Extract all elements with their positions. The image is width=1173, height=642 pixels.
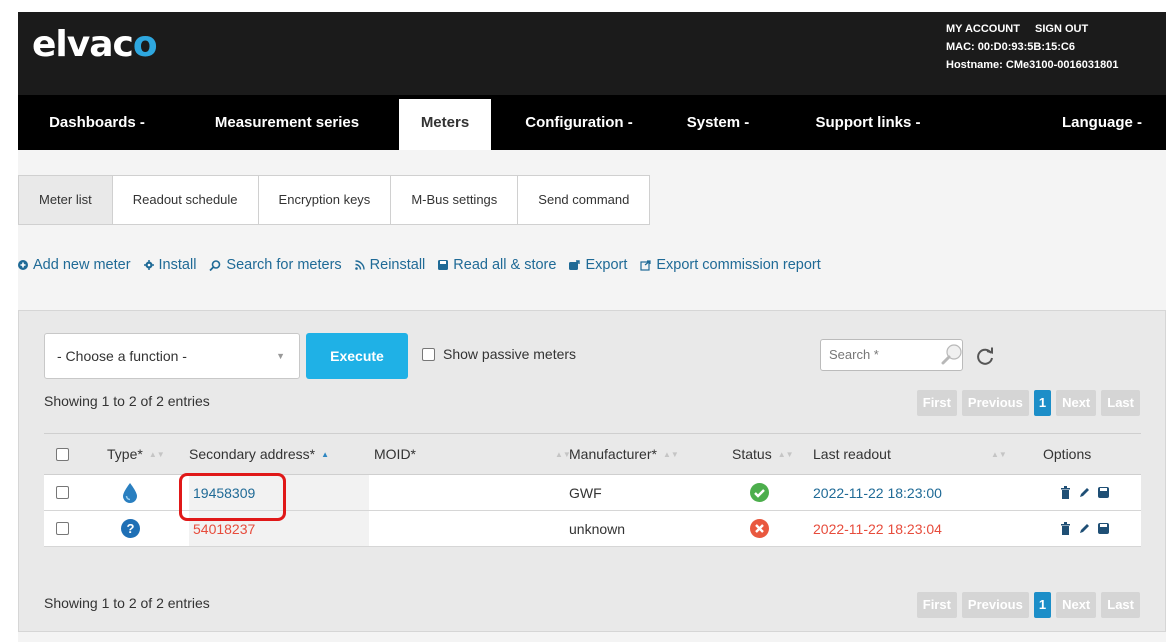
manufacturer-cell: unknown xyxy=(569,520,626,537)
show-passive-meters-toggle[interactable]: Show passive meters xyxy=(422,346,576,362)
nav-configuration[interactable]: Configuration - xyxy=(498,95,660,150)
pager-next-button[interactable]: Next xyxy=(1056,390,1097,416)
edit-icon[interactable] xyxy=(1078,486,1091,499)
header-status[interactable]: Status ▲▼ xyxy=(732,434,794,474)
main-nav: Dashboards - Measurement series Meters C… xyxy=(18,95,1166,150)
pager-first-button[interactable]: First xyxy=(916,592,957,618)
chevron-down-icon: ▼ xyxy=(276,351,285,361)
row-checkbox[interactable] xyxy=(56,475,69,510)
search-icon[interactable] xyxy=(941,343,963,365)
gear-icon xyxy=(143,260,154,270)
execute-button[interactable]: Execute xyxy=(306,333,408,379)
row-checkbox[interactable] xyxy=(56,511,69,546)
pager-last-button[interactable]: Last xyxy=(1101,592,1140,618)
pager-previous-button[interactable]: Previous xyxy=(961,390,1029,416)
pager-previous-button[interactable]: Previous xyxy=(961,592,1029,618)
elvaco-logo: elvaco xyxy=(32,24,158,65)
app-header: elvaco MY ACCOUNT SIGN OUT MAC: 00:D0:93… xyxy=(18,12,1166,95)
manufacturer-cell: GWF xyxy=(569,484,602,501)
header-moid[interactable]: MOID* xyxy=(374,434,416,474)
save-icon[interactable] xyxy=(1097,522,1110,535)
content-area: Meter list Readout schedule Encryption k… xyxy=(18,150,1166,642)
plus-circle-icon xyxy=(18,260,28,270)
status-error-icon xyxy=(750,511,769,546)
add-new-meter-action[interactable]: Add new meter xyxy=(18,257,131,273)
header-secondary-address[interactable]: Secondary address* ▲ xyxy=(189,434,369,474)
edit-icon[interactable] xyxy=(1078,522,1091,535)
show-passive-checkbox[interactable] xyxy=(422,347,435,361)
save-icon[interactable] xyxy=(1097,486,1110,499)
nav-measurement-series[interactable]: Measurement series xyxy=(178,95,396,150)
table-header-row: Type* ▲▼ Secondary address* ▲ MOID* ▲▼ Man… xyxy=(44,433,1141,475)
export-commission-report-action[interactable]: Export commission report xyxy=(640,257,821,273)
question-icon: ? xyxy=(121,511,140,546)
header-options: Options xyxy=(1043,446,1092,462)
rss-icon xyxy=(354,260,365,270)
search-for-meters-action[interactable]: Search for meters xyxy=(209,257,342,273)
water-drop-icon xyxy=(123,475,137,510)
trash-icon[interactable] xyxy=(1059,522,1072,535)
header-manufacturer[interactable]: Manufacturer* ▲▼ xyxy=(569,434,679,474)
pagination-bottom: First Previous 1 Next Last xyxy=(912,592,1140,618)
reinstall-action[interactable]: Reinstall xyxy=(354,257,425,273)
row-options xyxy=(1059,511,1116,546)
refresh-icon[interactable] xyxy=(974,345,996,367)
tab-meter-list[interactable]: Meter list xyxy=(19,176,113,224)
tab-send-command[interactable]: Send command xyxy=(518,176,649,224)
search-icon xyxy=(209,259,221,271)
pager-page-button[interactable]: 1 xyxy=(1033,592,1052,618)
select-all-checkbox[interactable] xyxy=(56,434,69,474)
header-last-readout-sort: ▲▼ xyxy=(991,449,1007,459)
install-action[interactable]: Install xyxy=(143,257,196,273)
highlight-box xyxy=(179,473,286,521)
nav-meters[interactable]: Meters xyxy=(399,99,491,150)
report-icon xyxy=(640,259,651,271)
nav-system[interactable]: System - xyxy=(668,95,768,150)
nav-support-links[interactable]: Support links - xyxy=(788,95,948,150)
tab-encryption-keys[interactable]: Encryption keys xyxy=(259,176,392,224)
pager-first-button[interactable]: First xyxy=(916,390,957,416)
read-all-store-action[interactable]: Read all & store xyxy=(438,257,556,273)
sign-out-link[interactable]: SIGN OUT xyxy=(1035,23,1088,35)
row-options xyxy=(1059,475,1116,510)
trash-icon[interactable] xyxy=(1059,486,1072,499)
export-action[interactable]: Export xyxy=(569,257,627,273)
tab-readout-schedule[interactable]: Readout schedule xyxy=(113,176,259,224)
entries-info-top: Showing 1 to 2 of 2 entries xyxy=(44,393,210,409)
nav-language[interactable]: Language - xyxy=(1038,95,1166,150)
mac-address: MAC: 00:D0:93:5B:15:C6 xyxy=(946,41,1075,53)
sub-tabs: Meter list Readout schedule Encryption k… xyxy=(18,175,651,225)
sort-icon: ▲▼ xyxy=(148,449,165,459)
last-readout-cell[interactable]: 2022-11-22 18:23:04 xyxy=(813,511,942,546)
sort-asc-icon: ▲ xyxy=(321,449,329,459)
save-icon xyxy=(438,260,449,270)
hostname: Hostname: CMe3100-0016031801 xyxy=(946,59,1119,71)
pager-page-button[interactable]: 1 xyxy=(1033,390,1052,416)
svg-text:?: ? xyxy=(127,521,135,536)
my-account-link[interactable]: MY ACCOUNT xyxy=(946,23,1020,35)
meter-list-panel: - Choose a function - ▼ Execute Show pas… xyxy=(18,310,1166,632)
entries-info-bottom: Showing 1 to 2 of 2 entries xyxy=(44,595,210,611)
pagination-top: First Previous 1 Next Last xyxy=(912,390,1140,416)
pager-next-button[interactable]: Next xyxy=(1056,592,1097,618)
export-icon xyxy=(569,260,581,270)
status-ok-icon xyxy=(750,475,769,510)
pager-last-button[interactable]: Last xyxy=(1101,390,1140,416)
header-last-readout[interactable]: Last readout xyxy=(813,434,891,474)
account-panel: MY ACCOUNT SIGN OUT MAC: 00:D0:93:5B:15:… xyxy=(946,20,1156,74)
nav-dashboards[interactable]: Dashboards - xyxy=(18,95,176,150)
action-bar: Add new meter Install Search for meters … xyxy=(18,257,834,273)
header-type[interactable]: Type* ▲▼ xyxy=(107,434,165,474)
last-readout-cell[interactable]: 2022-11-22 18:23:00 xyxy=(813,475,942,510)
function-select[interactable]: - Choose a function - ▼ xyxy=(44,333,300,379)
tab-mbus-settings[interactable]: M-Bus settings xyxy=(391,176,519,224)
header-moid-sort: ▲▼ xyxy=(555,449,571,459)
